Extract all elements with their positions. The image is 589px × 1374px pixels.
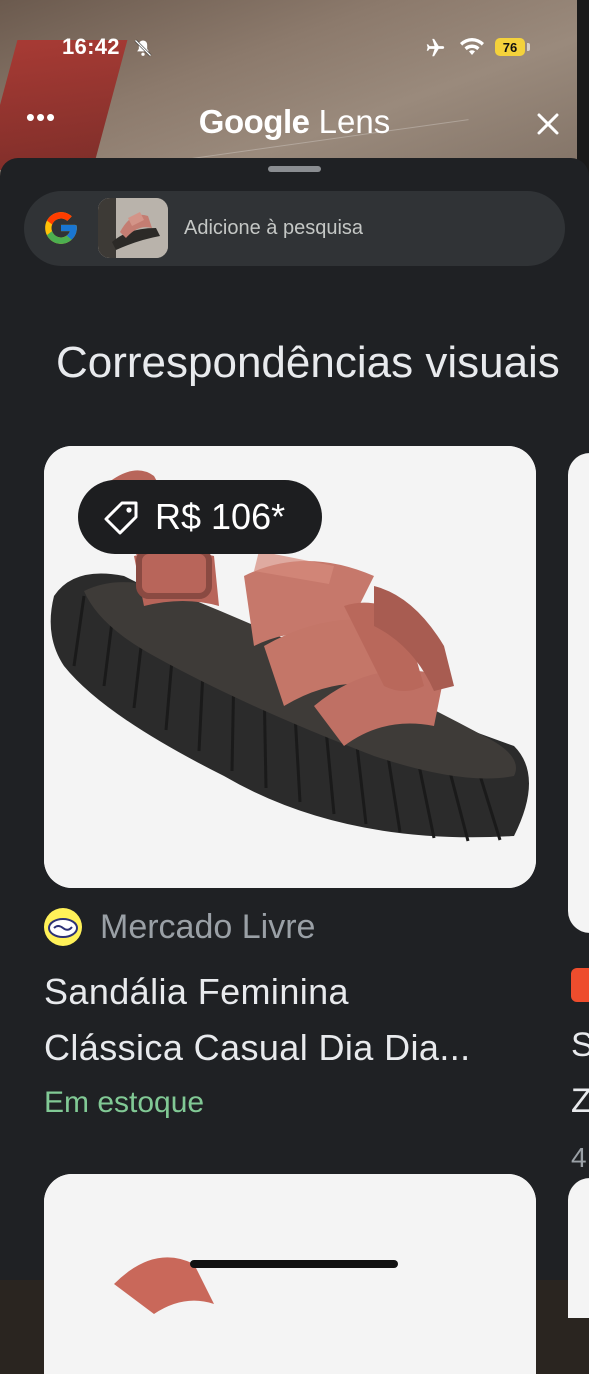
- status-bar: 16:42 76: [0, 30, 589, 66]
- battery-nub: [527, 43, 530, 51]
- next-result-source-logo: [571, 968, 589, 1002]
- title-product: Lens: [318, 103, 391, 140]
- result-card-2-image[interactable]: [44, 1174, 536, 1374]
- product-title-line1: Sandália Feminina: [44, 971, 349, 1012]
- wifi-icon: [460, 38, 484, 55]
- search-bar[interactable]: Adicione à pesquisa: [24, 191, 565, 266]
- status-time: 16:42: [62, 34, 120, 59]
- source-name: Mercado Livre: [100, 908, 316, 946]
- top-bar: ••• Google Lens: [0, 100, 589, 150]
- availability-status: Em estoque: [44, 1086, 205, 1119]
- next-result-card-peek[interactable]: [568, 453, 589, 933]
- sandal-thumbnail-image: [98, 198, 168, 258]
- second-product-image: [44, 1174, 536, 1374]
- next-result-title-peek-1: S: [571, 1026, 589, 1064]
- query-thumbnail[interactable]: [98, 198, 168, 258]
- price-badge: R$ 106*: [78, 480, 322, 554]
- result-card-image[interactable]: R$ 106*: [44, 446, 536, 888]
- section-title: Correspondências visuais: [56, 338, 560, 387]
- next-result-card-2-peek[interactable]: [568, 1178, 589, 1318]
- search-placeholder: Adicione à pesquisa: [184, 217, 364, 239]
- drag-handle[interactable]: [268, 166, 321, 172]
- price-tag-icon: [104, 501, 138, 535]
- price-text: R$ 106*: [155, 496, 286, 537]
- google-logo-icon: [45, 212, 77, 244]
- results-sheet[interactable]: Adicione à pesquisa Correspondências vis…: [0, 158, 589, 1374]
- app-title: Google Lens: [0, 103, 589, 141]
- next-result-meta-peek: 4: [571, 1142, 587, 1173]
- airplane-mode-icon: [426, 38, 445, 57]
- product-title-line2: Clássica Casual Dia Dia...: [44, 1027, 471, 1068]
- home-indicator[interactable]: [190, 1260, 398, 1268]
- product-title[interactable]: Sandália Feminina Clássica Casual Dia Di…: [44, 964, 524, 1076]
- title-brand: Google: [198, 103, 310, 140]
- close-icon[interactable]: [532, 108, 564, 140]
- next-result-title-peek-2: Z: [571, 1082, 589, 1120]
- mercado-livre-logo-icon: [44, 908, 82, 946]
- bell-off-icon: [134, 39, 152, 57]
- battery-indicator: 76: [495, 38, 525, 56]
